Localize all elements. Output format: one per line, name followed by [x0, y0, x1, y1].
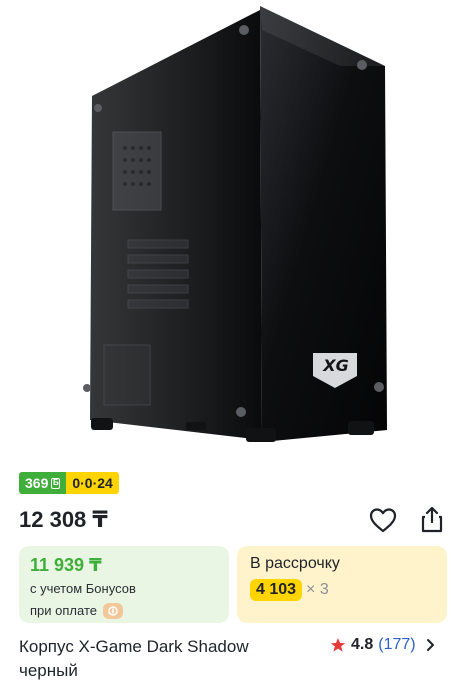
case-logo: XG	[323, 356, 349, 375]
installment-label: В рассрочку	[250, 555, 340, 572]
share-icon[interactable]	[419, 505, 445, 533]
star-icon	[330, 638, 346, 652]
chevron-right-icon[interactable]	[425, 638, 435, 652]
bonus-card-icon: Б	[51, 477, 61, 489]
product-rating[interactable]: 4.8 (177)	[330, 636, 435, 654]
product-title: Корпус X-Game Dark Shadow черный	[19, 637, 249, 680]
bonus-badge: 369 Б	[19, 472, 67, 494]
bonus-note-line2: при оплате	[30, 603, 97, 618]
installment-card[interactable]: В рассрочку 4 103 × 3	[237, 546, 447, 623]
favorite-heart-icon[interactable]	[369, 507, 397, 533]
bonus-note-line1: с учетом Бонусов	[30, 581, 136, 596]
promo-badges: 369 Б 0·0·24	[19, 472, 119, 494]
bonus-coin-icon	[102, 602, 123, 619]
installment-multiplier: × 3	[306, 581, 329, 598]
bonus-badge-value: 369	[25, 475, 49, 491]
bonus-price-card[interactable]: 11 939 ₸ с учетом Бонусов при оплате	[19, 546, 229, 623]
bonus-price: 11 939 ₸	[30, 555, 102, 575]
review-count-link[interactable]: (177)	[378, 636, 415, 654]
installment-monthly: 4 103	[250, 579, 303, 601]
product-image[interactable]: XG	[0, 0, 466, 462]
installment-badge: 0·0·24	[66, 472, 119, 494]
product-price: 12 308 ₸	[19, 507, 108, 532]
rating-score: 4.8	[351, 636, 374, 653]
